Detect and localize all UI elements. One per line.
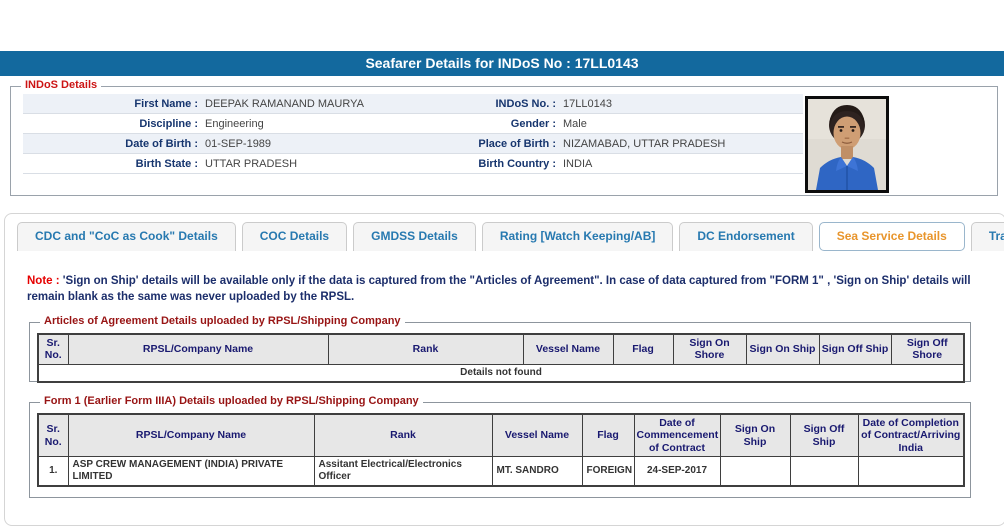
birth-state-label: Birth State :	[135, 157, 198, 170]
first-name-label: First Name :	[134, 97, 198, 110]
col-sign-on-ship: Sign On Ship	[745, 333, 820, 365]
tab-gmdss-details[interactable]: GMDSS Details	[353, 222, 476, 251]
tab-rating-watch-keeping-ab[interactable]: Rating [Watch Keeping/AB]	[481, 222, 674, 251]
row-completion	[857, 456, 965, 487]
form1-table: Sr. No. RPSL/Company Name Rank Vessel Na…	[37, 413, 965, 488]
date-of-birth-label: Date of Birth :	[125, 137, 198, 150]
indos-details-grid: First Name : DEEPAK RAMANAND MAURYA INDo…	[23, 94, 803, 174]
tab-bar: CDC and "CoC as Cook" Details COC Detail…	[17, 222, 1004, 251]
row-sr-no: 1.	[37, 456, 69, 487]
place-of-birth-value: NIZAMABAD, UTTAR PRADESH	[563, 137, 726, 150]
page-title: Seafarer Details for INDoS No : 17LL0143	[0, 51, 1004, 76]
details-not-found-message: Details not found	[37, 363, 965, 383]
tab-panel: CDC and "CoC as Cook" Details COC Detail…	[4, 213, 1004, 526]
col-commencement: Date of Commencement of Contract	[633, 413, 721, 458]
place-of-birth-label: Place of Birth :	[478, 137, 556, 150]
col-flag: Flag	[581, 413, 635, 458]
date-of-birth-value: 01-SEP-1989	[205, 137, 272, 150]
form1-legend: Form 1 (Earlier Form IIIA) Details uploa…	[40, 395, 423, 407]
form1-fieldset: Form 1 (Earlier Form IIIA) Details uploa…	[29, 395, 971, 498]
articles-of-agreement-fieldset: Articles of Agreement Details uploaded b…	[29, 315, 971, 383]
first-name-value: DEEPAK RAMANAND MAURYA	[205, 97, 364, 110]
col-sign-off-ship: Sign Off Ship	[818, 333, 892, 365]
table-header-row: Sr. No. RPSL/Company Name Rank Vessel Na…	[37, 413, 965, 458]
col-sign-off-ship: Sign Off Ship	[789, 413, 859, 458]
row-rank: Assitant Electrical/Electronics Officer	[313, 456, 493, 487]
col-sign-off-shore: Sign Off Shore	[890, 333, 965, 365]
row-company: ASP CREW MANAGEMENT (INDIA) PRIVATE LIMI…	[67, 456, 315, 487]
col-company: RPSL/Company Name	[67, 413, 315, 458]
empty-message-row: Details not found	[37, 363, 965, 383]
indos-row: First Name : DEEPAK RAMANAND MAURYA INDo…	[23, 94, 803, 114]
row-vessel: MT. SANDRO	[491, 456, 583, 487]
indos-row: Birth State : UTTAR PRADESH Birth Countr…	[23, 154, 803, 174]
col-flag: Flag	[612, 333, 674, 365]
indos-details-legend: INDoS Details	[21, 79, 102, 91]
gender-label: Gender :	[510, 117, 556, 130]
sign-on-ship-note: Note : 'Sign on Ship' details will be av…	[27, 274, 985, 305]
tab-sea-service-details[interactable]: Sea Service Details	[818, 222, 965, 251]
gender-value: Male	[563, 117, 587, 130]
row-sign-off-ship	[789, 456, 859, 487]
birth-country-value: INDIA	[563, 157, 593, 170]
indos-no-label: INDoS No. :	[495, 97, 557, 110]
col-sr-no: Sr. No.	[37, 413, 69, 458]
note-prefix: Note :	[27, 275, 60, 287]
col-rank: Rank	[313, 413, 493, 458]
row-sign-on-ship	[719, 456, 791, 487]
row-commencement: 24-SEP-2017	[633, 456, 721, 487]
table-row: 1. ASP CREW MANAGEMENT (INDIA) PRIVATE L…	[37, 456, 965, 487]
discipline-label: Discipline :	[139, 117, 198, 130]
col-sr-no: Sr. No.	[37, 333, 69, 365]
col-sign-on-shore: Sign On Shore	[672, 333, 747, 365]
note-text: 'Sign on Ship' details will be available…	[27, 275, 971, 303]
indos-row: Date of Birth : 01-SEP-1989 Place of Bir…	[23, 134, 803, 154]
indos-no-value: 17LL0143	[563, 97, 612, 110]
tab-cdc-coc-as-cook-details[interactable]: CDC and "CoC as Cook" Details	[17, 222, 236, 251]
articles-of-agreement-table: Sr. No. RPSL/Company Name Rank Vessel Na…	[37, 333, 965, 383]
seafarer-photo	[805, 96, 889, 193]
seafarer-portrait-graphic	[808, 99, 886, 190]
col-completion: Date of Completion of Contract/Arriving …	[857, 413, 965, 458]
tab-dc-endorsement[interactable]: DC Endorsement	[679, 222, 813, 251]
col-company: RPSL/Company Name	[67, 333, 329, 365]
birth-state-value: UTTAR PRADESH	[205, 157, 298, 170]
articles-of-agreement-legend: Articles of Agreement Details uploaded b…	[40, 315, 405, 327]
col-sign-on-ship: Sign On Ship	[719, 413, 791, 458]
tab-coc-details[interactable]: COC Details	[241, 222, 348, 251]
row-flag: FOREIGN	[581, 456, 635, 487]
birth-country-label: Birth Country :	[478, 157, 556, 170]
tab-training-details[interactable]: Training Details	[970, 222, 1004, 251]
col-rank: Rank	[327, 333, 524, 365]
col-vessel: Vessel Name	[491, 413, 583, 458]
indos-row: Discipline : Engineering Gender : Male	[23, 114, 803, 134]
col-vessel: Vessel Name	[522, 333, 614, 365]
table-header-row: Sr. No. RPSL/Company Name Rank Vessel Na…	[37, 333, 965, 365]
discipline-value: Engineering	[205, 117, 264, 130]
